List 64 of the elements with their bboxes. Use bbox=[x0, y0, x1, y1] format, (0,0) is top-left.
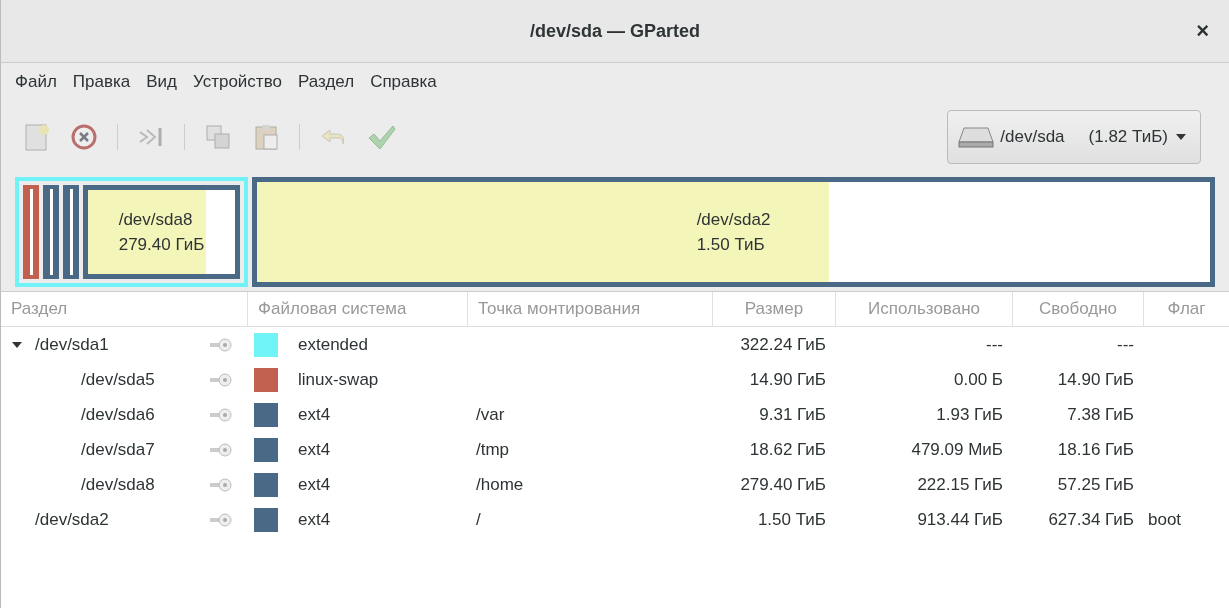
size: 279.40 ГиБ bbox=[739, 474, 827, 495]
partition-block[interactable]: /dev/sda2 1.50 ТиБ bbox=[252, 177, 1215, 287]
partition-size: 1.50 ТиБ bbox=[696, 234, 766, 256]
size: 1.50 ТиБ bbox=[756, 509, 827, 530]
key-icon bbox=[208, 407, 232, 422]
flags: boot bbox=[1147, 509, 1183, 530]
used: 913.44 ГиБ bbox=[916, 509, 1004, 530]
partition-block[interactable] bbox=[63, 185, 79, 279]
key-icon bbox=[208, 477, 232, 492]
close-button[interactable]: × bbox=[1196, 18, 1209, 44]
copy-icon[interactable] bbox=[203, 122, 233, 152]
mount-point: /tmp bbox=[475, 439, 511, 460]
extended-partition[interactable]: /dev/sda8 279.40 ГиБ bbox=[15, 177, 248, 287]
menu-item[interactable]: Устройство bbox=[187, 68, 288, 96]
size: 322.24 ГиБ bbox=[739, 334, 827, 355]
filesystem: ext4 bbox=[298, 404, 331, 425]
partition-size: 279.40 ГиБ bbox=[118, 234, 205, 256]
free: --- bbox=[1116, 334, 1135, 355]
delete-icon[interactable] bbox=[69, 122, 99, 152]
used: 1.93 ГиБ bbox=[935, 404, 1004, 425]
free: 14.90 ГиБ bbox=[1056, 369, 1135, 390]
menu-item[interactable]: Файл bbox=[9, 68, 63, 96]
size: 9.31 ГиБ bbox=[758, 404, 827, 425]
hard-drive-icon bbox=[958, 125, 995, 149]
key-icon bbox=[208, 512, 232, 527]
menu-item[interactable]: Правка bbox=[66, 68, 137, 96]
menu-item[interactable]: Вид bbox=[140, 68, 183, 96]
key-icon bbox=[208, 442, 232, 457]
partition-block[interactable]: /dev/sda8 279.40 ГиБ bbox=[83, 185, 240, 279]
partition-name: /dev/sda1 bbox=[35, 334, 109, 355]
partition-block[interactable] bbox=[23, 185, 39, 279]
partition-name: /dev/sda5 bbox=[81, 369, 155, 390]
menu-item[interactable]: Справка bbox=[364, 68, 443, 96]
partition-name: /dev/sda7 bbox=[81, 439, 155, 460]
mount-point: / bbox=[475, 509, 482, 530]
size: 14.90 ГиБ bbox=[748, 369, 827, 390]
free: 57.25 ГиБ bbox=[1056, 474, 1135, 495]
key-icon bbox=[208, 372, 232, 387]
mount-point: /var bbox=[475, 404, 506, 425]
filesystem: ext4 bbox=[298, 439, 331, 460]
window-title: /dev/sda — GParted bbox=[529, 20, 701, 42]
mount-point: /home bbox=[475, 474, 525, 495]
size: 18.62 ГиБ bbox=[748, 439, 827, 460]
free: 7.38 ГиБ bbox=[1066, 404, 1135, 425]
partition-name: /dev/sda8 bbox=[81, 474, 155, 495]
used: 0.00 Б bbox=[953, 369, 1004, 390]
free: 18.16 ГиБ bbox=[1056, 439, 1135, 460]
caret-icon bbox=[1174, 132, 1188, 142]
filesystem: ext4 bbox=[298, 474, 331, 495]
menu-item[interactable]: Раздел bbox=[291, 68, 361, 96]
key-icon bbox=[208, 337, 232, 352]
filesystem: extended bbox=[298, 334, 368, 355]
partition-name: /dev/sda2 bbox=[696, 208, 771, 231]
used: --- bbox=[985, 334, 1004, 355]
partition-block[interactable] bbox=[43, 185, 59, 279]
partition-name: /dev/sda6 bbox=[81, 404, 155, 425]
partition-name: /dev/sda8 bbox=[118, 208, 194, 231]
device-selector[interactable]: /dev/sda (1.82 ТиБ) bbox=[947, 110, 1201, 164]
used: 479.09 МиБ bbox=[910, 439, 1004, 460]
partition-name: /dev/sda2 bbox=[35, 509, 109, 530]
filesystem: linux-swap bbox=[298, 369, 379, 390]
filesystem: ext4 bbox=[298, 509, 331, 530]
free: 627.34 ГиБ bbox=[1047, 509, 1135, 530]
used: 222.15 ГиБ bbox=[916, 474, 1004, 495]
